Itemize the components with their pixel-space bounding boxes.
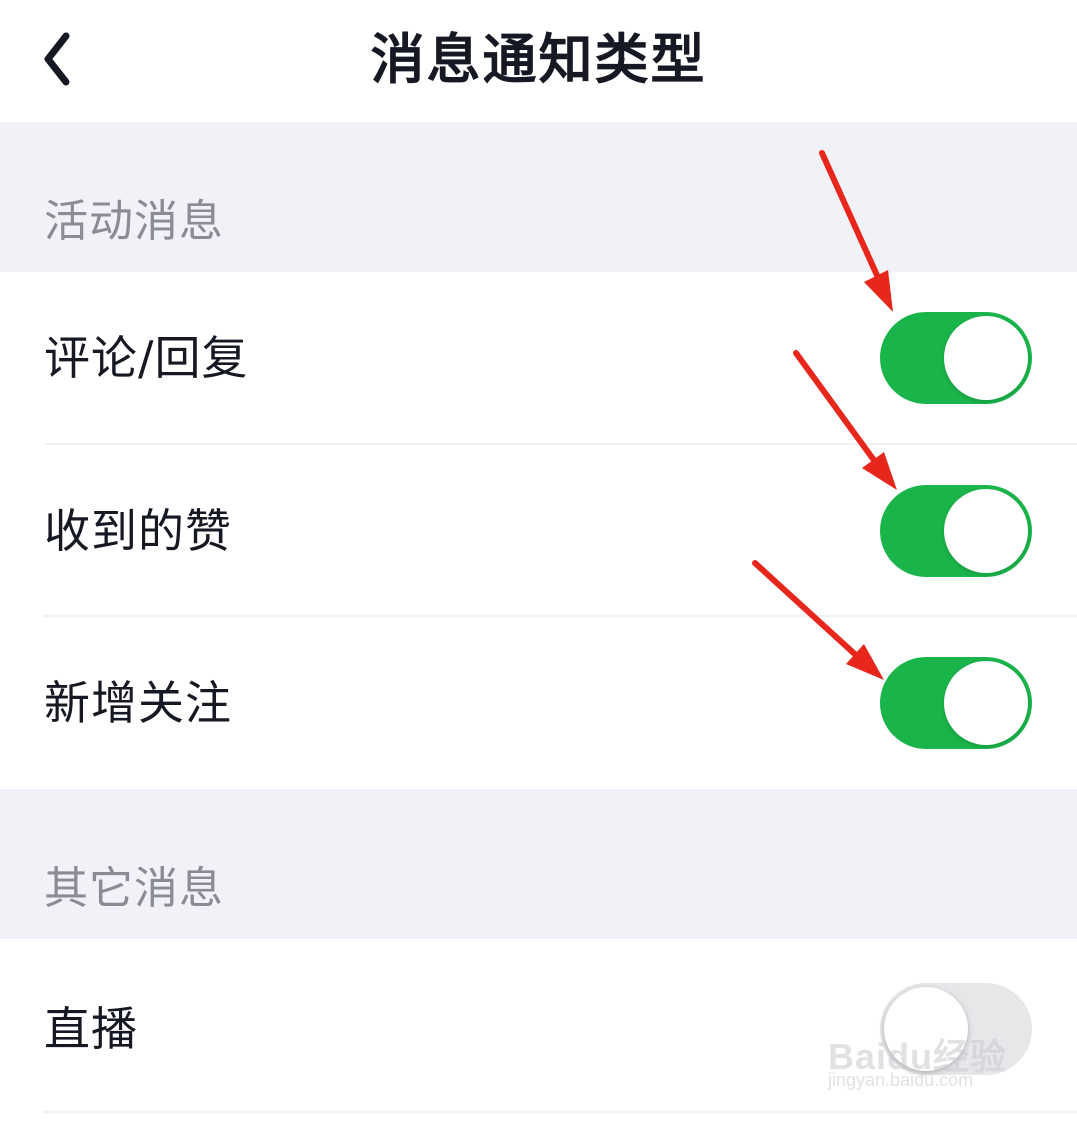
- baidu-watermark: Baidu经验 jingyan.baidu.com: [828, 1024, 1028, 1104]
- section-header-other: 其它消息: [0, 789, 1077, 939]
- comments-toggle[interactable]: [880, 312, 1032, 404]
- section-label: 活动消息: [44, 196, 224, 247]
- setting-label: 收到的赞: [44, 504, 232, 558]
- toggle-knob: [944, 661, 1028, 745]
- setting-row-comments: 评论/回复: [0, 272, 1077, 444]
- setting-row-likes: 收到的赞: [0, 445, 1077, 617]
- toggle-knob: [944, 316, 1028, 400]
- watermark-url: jingyan.baidu.com: [828, 1070, 974, 1090]
- page-title: 消息通知类型: [370, 28, 707, 91]
- setting-row-followers: 新增关注: [0, 617, 1077, 789]
- setting-label: 新增关注: [44, 676, 232, 730]
- toggle-knob: [944, 489, 1028, 573]
- section-header-activity: 活动消息: [0, 122, 1077, 272]
- likes-toggle[interactable]: [880, 485, 1032, 577]
- row-divider: [44, 1111, 1077, 1113]
- setting-label: 直播: [44, 1002, 138, 1056]
- section-label: 其它消息: [44, 863, 224, 914]
- nav-bar: 消息通知类型: [0, 0, 1077, 122]
- settings-page: 消息通知类型 活动消息 评论/回复 收到的赞 新增关注 其它消息 直播 Baid…: [0, 0, 1077, 1121]
- setting-label: 评论/回复: [44, 331, 249, 385]
- followers-toggle[interactable]: [880, 657, 1032, 749]
